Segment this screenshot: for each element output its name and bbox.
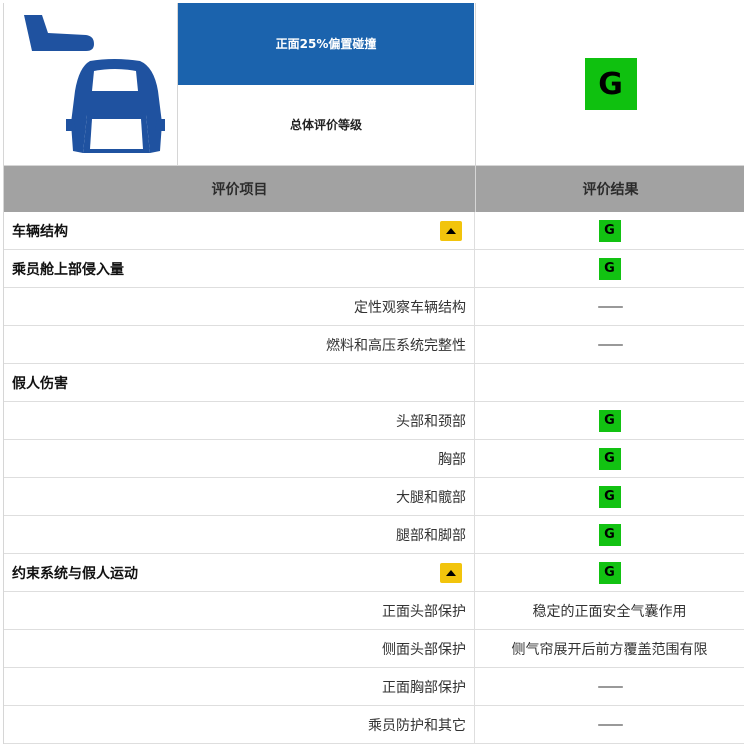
column-header: 评价项目 评价结果 (4, 166, 744, 212)
row-result: 稳定的正面安全气囊作用 (475, 592, 744, 629)
result-text: 稳定的正面安全气囊作用 (532, 603, 687, 620)
row-result: G (475, 212, 744, 249)
rating-badge: G (598, 409, 621, 432)
header-title-column: 正面25%偏置碰撞 总体评价等级 (178, 3, 474, 165)
column-header-item: 评价项目 (4, 166, 476, 212)
row-label: 腿部和脚部 (4, 516, 475, 553)
row-result: G (475, 554, 744, 591)
table-row: 乘员防护和其它 —— (4, 706, 744, 744)
table-row: 约束系统与假人运动 G (4, 554, 744, 592)
rating-badge: G (598, 447, 621, 470)
overall-rating-cell: G (476, 3, 744, 166)
table-row: 腿部和脚部 G (4, 516, 744, 554)
table-row: 假人伤害 (4, 364, 744, 402)
row-label-text: 定性观察车辆结构 (354, 299, 466, 316)
table-row: 正面头部保护 稳定的正面安全气囊作用 (4, 592, 744, 630)
row-label: 假人伤害 (4, 364, 475, 401)
result-text: 侧气帘展开后前方覆盖范围有限 (511, 641, 708, 658)
row-result: —— (475, 668, 744, 705)
row-label-text: 假人伤害 (12, 375, 68, 392)
no-result-dash: —— (597, 678, 624, 695)
row-result: G (475, 402, 744, 439)
row-label-text: 胸部 (438, 451, 466, 468)
table-row: 乘员舱上部侵入量 G (4, 250, 744, 288)
rating-badge: G (598, 219, 621, 242)
rating-badge: G (598, 485, 621, 508)
row-result: —— (475, 706, 744, 743)
caution-flag-icon[interactable] (440, 221, 462, 241)
test-name: 正面25%偏置碰撞 (178, 3, 474, 85)
row-result: 侧气帘展开后前方覆盖范围有限 (475, 630, 744, 667)
table-row: 燃料和高压系统完整性 —— (4, 326, 744, 364)
row-result (475, 364, 744, 401)
no-result-dash: —— (597, 716, 624, 733)
row-label-text: 大腿和髋部 (396, 489, 466, 506)
table-row: 胸部 G (4, 440, 744, 478)
table-row: 大腿和髋部 G (4, 478, 744, 516)
no-result-dash: —— (597, 298, 624, 315)
row-label-text: 正面头部保护 (382, 603, 466, 620)
row-label-text: 头部和颈部 (396, 413, 466, 430)
row-result: G (475, 478, 744, 515)
row-label: 胸部 (4, 440, 475, 477)
car-illustration (4, 3, 178, 166)
row-result: G (475, 516, 744, 553)
table-row: 车辆结构 G (4, 212, 744, 250)
no-result-dash: —— (597, 336, 624, 353)
row-label-text: 约束系统与假人运动 (12, 565, 138, 582)
car-front-crash-icon (24, 15, 165, 153)
table-row: 侧面头部保护 侧气帘展开后前方覆盖范围有限 (4, 630, 744, 668)
row-label: 正面胸部保护 (4, 668, 475, 705)
row-label-text: 乘员防护和其它 (368, 717, 466, 734)
caution-flag-icon[interactable] (440, 563, 462, 583)
row-label-text: 侧面头部保护 (382, 641, 466, 658)
rating-badge: G (598, 561, 621, 584)
row-result: G (475, 250, 744, 287)
overall-rating-badge: G (584, 58, 637, 110)
row-label: 燃料和高压系统完整性 (4, 326, 475, 363)
rating-badge: G (598, 257, 621, 280)
row-label: 定性观察车辆结构 (4, 288, 475, 325)
table-row: 头部和颈部 G (4, 402, 744, 440)
rating-badge: G (598, 523, 621, 546)
row-label: 大腿和髋部 (4, 478, 475, 515)
row-result: —— (475, 288, 744, 325)
row-label: 头部和颈部 (4, 402, 475, 439)
row-label: 乘员舱上部侵入量 (4, 250, 475, 287)
overall-rating-label: 总体评价等级 (289, 118, 362, 133)
row-label: 正面头部保护 (4, 592, 475, 629)
row-label-text: 腿部和脚部 (396, 527, 466, 544)
rating-table: 正面25%偏置碰撞 总体评价等级 G 评价项目 评价结果 车辆结构 G 乘员舱上部侵… (3, 3, 744, 744)
row-result: —— (475, 326, 744, 363)
row-label: 车辆结构 (4, 212, 475, 249)
table-body: 车辆结构 G 乘员舱上部侵入量 G 定性观察车辆结构 —— 燃料和高压系统完整性 —— 假人伤害… (4, 212, 744, 744)
row-label-text: 车辆结构 (12, 223, 68, 240)
table-row: 定性观察车辆结构 —— (4, 288, 744, 326)
table-row: 正面胸部保护 —— (4, 668, 744, 706)
table-header: 正面25%偏置碰撞 总体评价等级 G (4, 3, 744, 166)
row-result: G (475, 440, 744, 477)
row-label: 乘员防护和其它 (4, 706, 475, 743)
row-label-text: 燃料和高压系统完整性 (326, 337, 466, 354)
row-label-text: 正面胸部保护 (382, 679, 466, 696)
row-label: 侧面头部保护 (4, 630, 475, 667)
header-left: 正面25%偏置碰撞 总体评价等级 (4, 3, 476, 166)
column-header-result: 评价结果 (582, 182, 639, 198)
row-label-text: 乘员舱上部侵入量 (12, 261, 124, 278)
row-label: 约束系统与假人运动 (4, 554, 475, 591)
